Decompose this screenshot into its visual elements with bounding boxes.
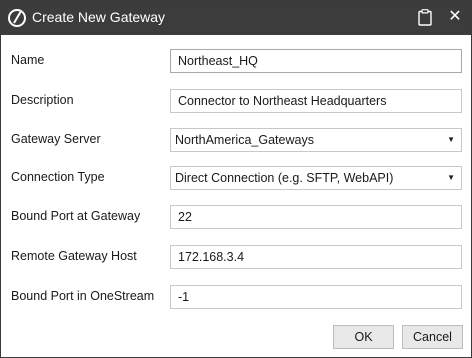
remote-gateway-host-label: Remote Gateway Host bbox=[11, 249, 137, 263]
connection-type-label: Connection Type bbox=[11, 170, 105, 184]
bound-port-onestream-input[interactable] bbox=[170, 285, 462, 309]
connection-type-value: Direct Connection (e.g. SFTP, WebAPI) bbox=[175, 171, 394, 185]
description-row: Description bbox=[1, 89, 471, 113]
dropdown-arrow-icon[interactable]: ▼ bbox=[447, 129, 455, 151]
cancel-button[interactable]: Cancel bbox=[402, 325, 463, 349]
close-button[interactable]: ✕ bbox=[445, 7, 465, 27]
gateway-server-row: Gateway Server NorthAmerica_Gateways ▼ bbox=[1, 128, 471, 152]
dialog-title: Create New Gateway bbox=[32, 9, 166, 25]
gateway-server-value: NorthAmerica_Gateways bbox=[175, 133, 314, 147]
create-gateway-dialog: Create New Gateway ✕ Name Description Ga… bbox=[0, 0, 472, 358]
bound-port-gateway-input[interactable] bbox=[170, 205, 462, 229]
ok-button[interactable]: OK bbox=[333, 325, 394, 349]
description-label: Description bbox=[11, 93, 74, 107]
remote-gateway-host-input[interactable] bbox=[170, 245, 462, 269]
gateway-server-select[interactable]: NorthAmerica_Gateways ▼ bbox=[170, 128, 462, 152]
description-input[interactable] bbox=[170, 89, 462, 113]
bound-port-onestream-label: Bound Port in OneStream bbox=[11, 289, 155, 303]
connection-type-row: Connection Type Direct Connection (e.g. … bbox=[1, 166, 471, 190]
clipboard-icon[interactable] bbox=[418, 9, 432, 26]
name-row: Name bbox=[1, 49, 471, 73]
title-bar[interactable]: Create New Gateway ✕ bbox=[1, 1, 471, 35]
onestream-logo-icon bbox=[8, 9, 26, 27]
connection-type-select[interactable]: Direct Connection (e.g. SFTP, WebAPI) ▼ bbox=[170, 166, 462, 190]
form-area: Name Description Gateway Server NorthAme… bbox=[1, 35, 471, 357]
remote-gateway-host-row: Remote Gateway Host bbox=[1, 245, 471, 269]
gateway-server-label: Gateway Server bbox=[11, 132, 101, 146]
bound-port-gateway-label: Bound Port at Gateway bbox=[11, 209, 141, 223]
name-input[interactable] bbox=[170, 49, 462, 73]
bound-port-onestream-row: Bound Port in OneStream bbox=[1, 285, 471, 309]
name-label: Name bbox=[11, 53, 45, 67]
bound-port-gateway-row: Bound Port at Gateway bbox=[1, 205, 471, 229]
dropdown-arrow-icon[interactable]: ▼ bbox=[447, 167, 455, 189]
